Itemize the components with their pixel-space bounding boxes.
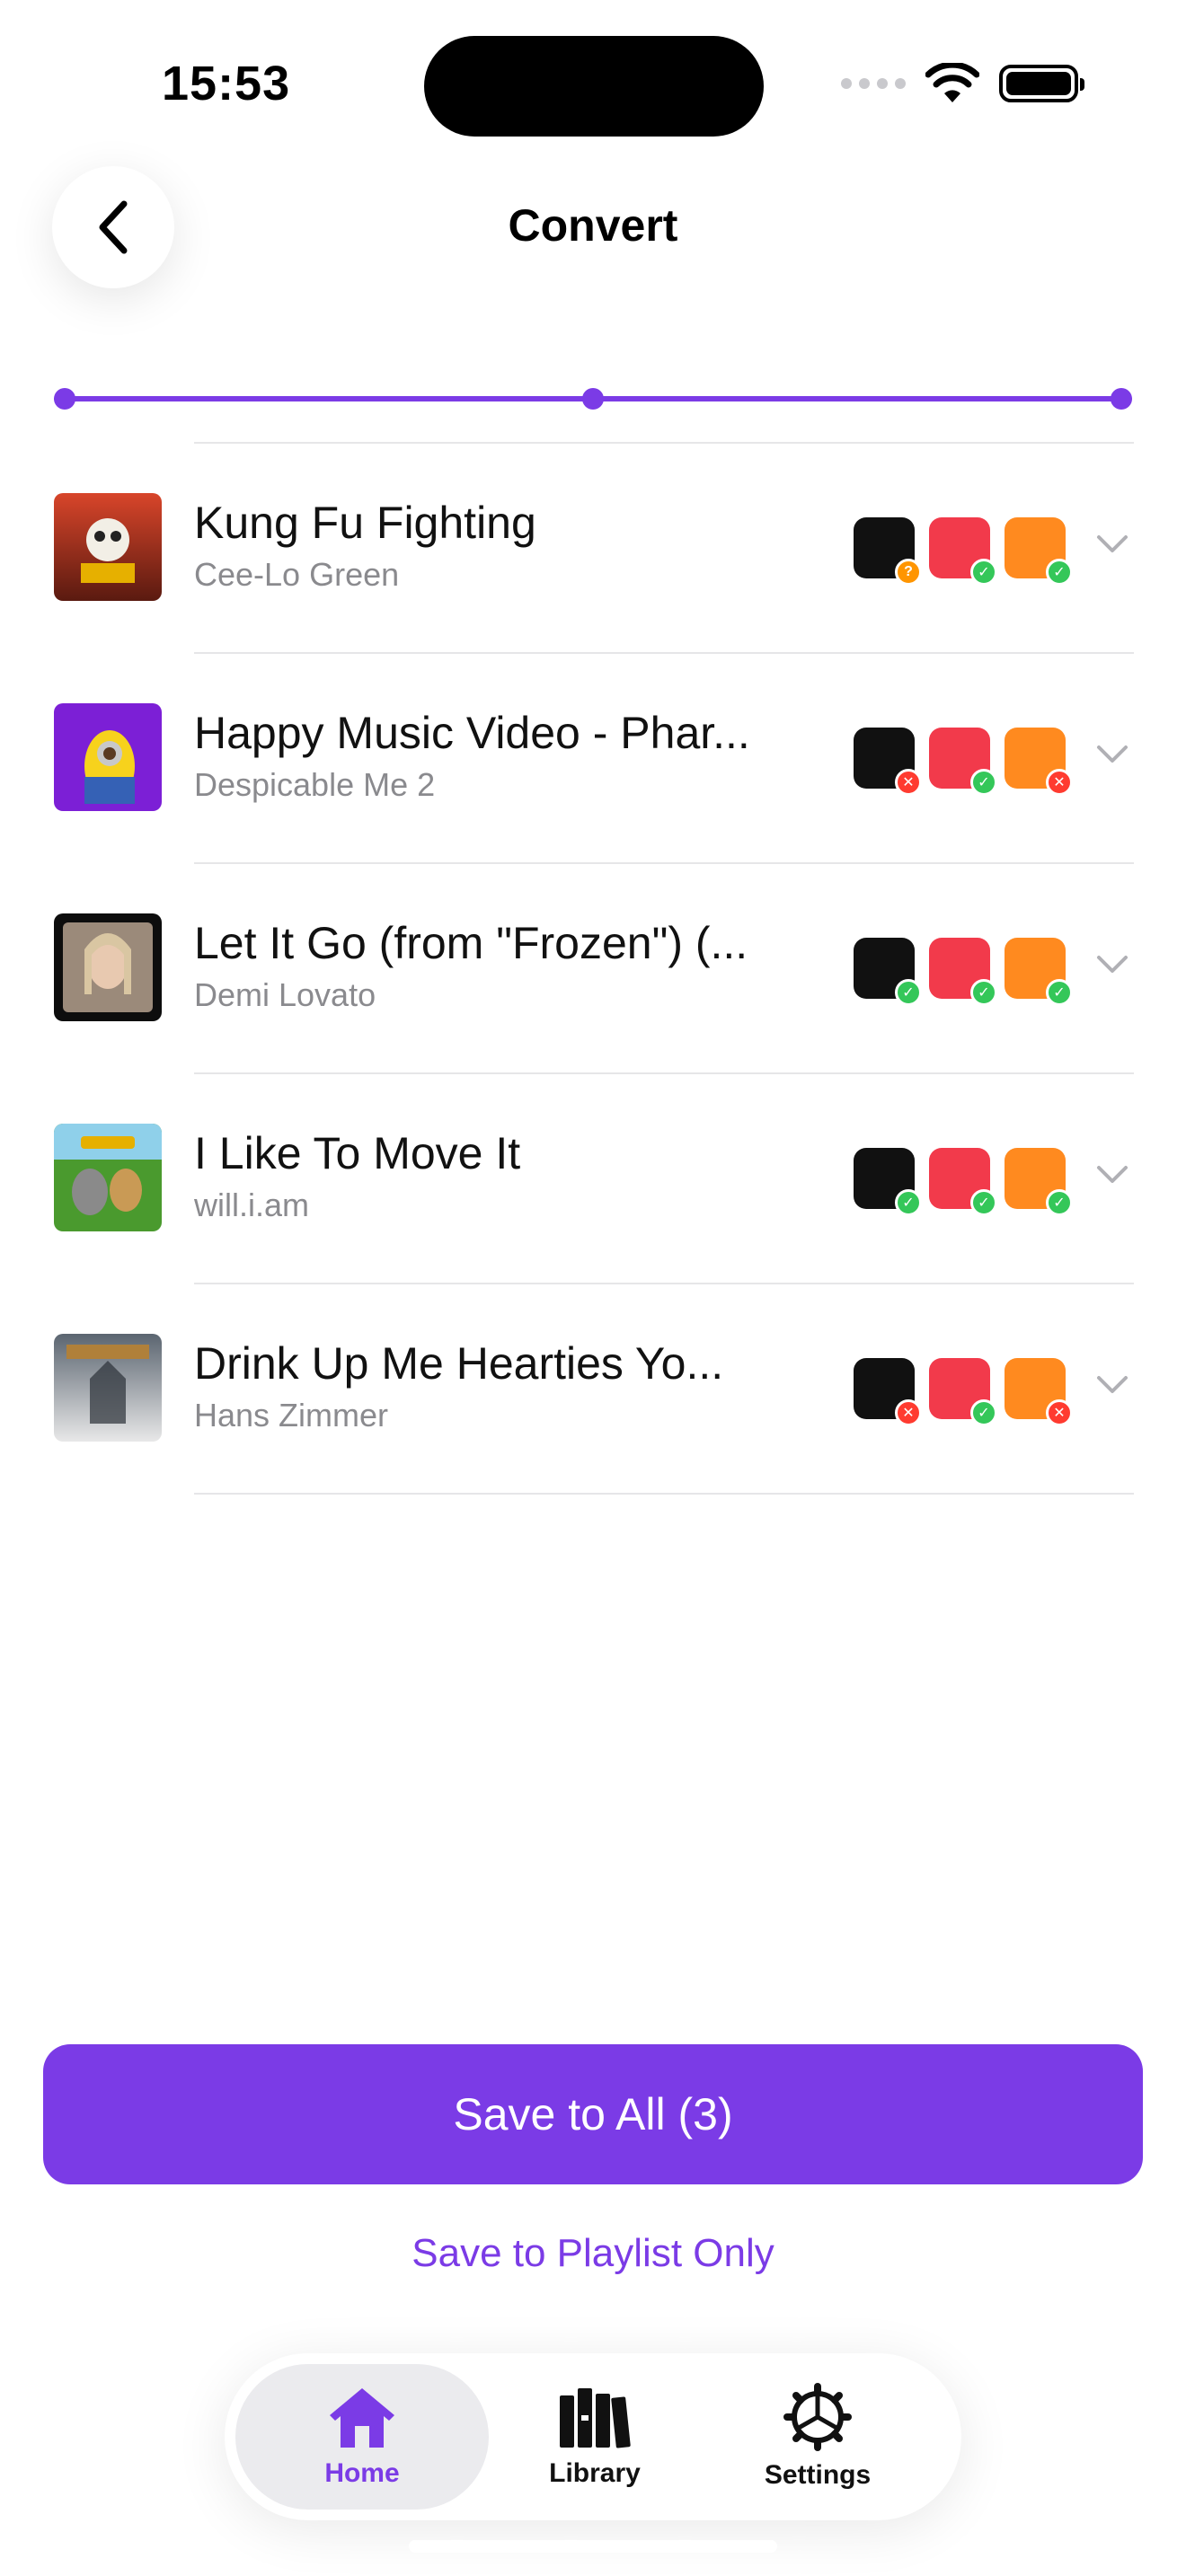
status-ok-badge: ✓ (970, 769, 997, 796)
service-a-icon: ✓ (854, 1148, 922, 1216)
track-artist: Despicable Me 2 (194, 766, 436, 803)
progress-step-dot (1111, 388, 1132, 410)
dynamic-island (424, 36, 764, 137)
apple-music-icon: ✓ (929, 938, 997, 1006)
tab-settings[interactable]: Settings (710, 2364, 925, 2510)
apple-music-icon: ✓ (929, 728, 997, 796)
tab-home[interactable]: Home (235, 2364, 489, 2510)
service-a-icon: ✕ (854, 1358, 922, 1426)
service-status-group: ✓ ✓ ✓ (854, 1148, 1073, 1216)
album-cover (54, 1124, 162, 1231)
apple-music-icon: ✓ (929, 517, 997, 586)
status-error-badge: ✕ (895, 1399, 922, 1426)
save-to-all-button[interactable]: Save to All (3) (43, 2044, 1143, 2184)
status-error-badge: ✕ (1046, 769, 1073, 796)
track-meta: Drink Up Me Hearties Yo... Hans Zimmer (194, 1337, 787, 1435)
progress-stepper (54, 388, 1132, 410)
track-meta: Let It Go (from "Frozen") (... Demi Lova… (194, 916, 787, 1015)
album-cover (54, 703, 162, 811)
tab-library[interactable]: Library (496, 2364, 694, 2510)
progress-step-dot (582, 388, 604, 410)
track-artist: Cee-Lo Green (194, 556, 400, 593)
track-row[interactable]: Let It Go (from "Frozen") (... Demi Lova… (0, 864, 1186, 1074)
tab-label: Settings (764, 2460, 872, 2490)
status-ok-badge: ✓ (970, 1189, 997, 1216)
album-cover (54, 493, 162, 601)
status-ok-badge: ✓ (970, 979, 997, 1006)
apple-music-icon: ✓ (929, 1148, 997, 1216)
status-ok-badge: ✓ (895, 1189, 922, 1216)
chevron-down-icon[interactable] (1096, 534, 1128, 555)
track-artist: will.i.am (194, 1187, 310, 1223)
status-error-badge: ✕ (1046, 1399, 1073, 1426)
service-c-icon: ✓ (1005, 938, 1073, 1006)
chevron-down-icon[interactable] (1096, 744, 1128, 765)
status-unknown-badge: ? (895, 559, 922, 586)
album-cover (54, 1334, 162, 1442)
service-c-icon: ✕ (1005, 728, 1073, 796)
home-icon (330, 2388, 394, 2448)
status-ok-badge: ✓ (1046, 1189, 1073, 1216)
track-row[interactable]: Happy Music Video - Phar... Despicable M… (0, 654, 1186, 864)
track-row[interactable]: Drink Up Me Hearties Yo... Hans Zimmer ✕… (0, 1284, 1186, 1495)
track-meta: Happy Music Video - Phar... Despicable M… (194, 706, 787, 805)
track-artist: Hans Zimmer (194, 1397, 389, 1434)
service-a-icon: ✓ (854, 938, 922, 1006)
service-status-group: ✕ ✓ ✕ (854, 728, 1073, 796)
save-to-playlist-only-link[interactable]: Save to Playlist Only (0, 2231, 1186, 2276)
settings-icon (783, 2383, 852, 2451)
service-status-group: ? ✓ ✓ (854, 517, 1073, 586)
signal-dots-icon (841, 78, 906, 89)
status-ok-badge: ✓ (895, 979, 922, 1006)
service-a-icon: ✕ (854, 728, 922, 796)
status-error-badge: ✕ (895, 769, 922, 796)
status-ok-badge: ✓ (970, 559, 997, 586)
album-cover (54, 913, 162, 1021)
page-title: Convert (508, 200, 678, 251)
status-ok-badge: ✓ (1046, 559, 1073, 586)
track-meta: Kung Fu Fighting Cee-Lo Green (194, 496, 787, 595)
track-artist: Demi Lovato (194, 976, 376, 1013)
track-title: I Like To Move It (194, 1128, 521, 1178)
wifi-icon (925, 63, 979, 102)
track-row[interactable]: Kung Fu Fighting Cee-Lo Green ? ✓ ✓ (0, 444, 1186, 654)
tab-bar: Home Library Settings (225, 2353, 961, 2520)
battery-icon (999, 65, 1084, 102)
service-c-icon: ✓ (1005, 1148, 1073, 1216)
row-divider (194, 1493, 1134, 1495)
service-status-group: ✕ ✓ ✕ (854, 1358, 1073, 1426)
apple-music-icon: ✓ (929, 1358, 997, 1426)
status-ok-badge: ✓ (1046, 979, 1073, 1006)
track-title: Kung Fu Fighting (194, 498, 536, 548)
track-row[interactable]: I Like To Move It will.i.am ✓ ✓ ✓ (0, 1074, 1186, 1284)
chevron-down-icon[interactable] (1096, 1164, 1128, 1186)
status-icons (841, 63, 1084, 104)
convert-screen: 15:53 Convert Kung Fu Fighting Cee-Lo Gr… (0, 0, 1186, 2576)
track-list: Kung Fu Fighting Cee-Lo Green ? ✓ ✓ Happ… (0, 444, 1186, 1495)
service-c-icon: ✕ (1005, 1358, 1073, 1426)
track-title: Drink Up Me Hearties Yo... (194, 1338, 724, 1389)
tab-label: Library (549, 2458, 641, 2488)
service-status-group: ✓ ✓ ✓ (854, 938, 1073, 1006)
status-ok-badge: ✓ (970, 1399, 997, 1426)
track-meta: I Like To Move It will.i.am (194, 1126, 787, 1225)
chevron-down-icon[interactable] (1096, 1374, 1128, 1396)
service-a-icon: ? (854, 517, 922, 586)
tab-label: Home (324, 2458, 400, 2488)
home-indicator (409, 2540, 777, 2553)
library-icon (560, 2388, 631, 2448)
chevron-down-icon[interactable] (1096, 954, 1128, 975)
status-time: 15:53 (162, 57, 291, 110)
track-title: Let It Go (from "Frozen") (... (194, 918, 748, 968)
progress-step-dot (54, 388, 75, 410)
service-c-icon: ✓ (1005, 517, 1073, 586)
track-title: Happy Music Video - Phar... (194, 708, 750, 758)
